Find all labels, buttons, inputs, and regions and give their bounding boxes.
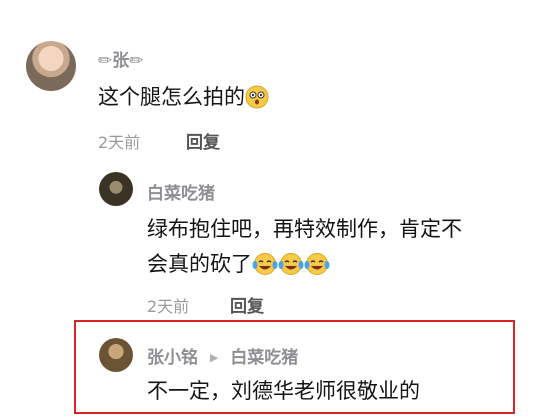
comment-text: 这个腿怎么拍的 — [98, 80, 269, 119]
tears-of-joy-face-icon — [278, 252, 304, 286]
reply-to-username[interactable]: 白菜吃猪 — [230, 348, 298, 368]
timestamp: 2天前 — [98, 133, 141, 152]
timestamp: 2天前 — [147, 297, 190, 316]
tears-of-joy-face-icon — [252, 252, 278, 286]
comment-text: 不一定，刘德华老师很敬业的 — [147, 379, 420, 403]
tears-of-joy-face-icon — [304, 252, 330, 286]
username[interactable]: 白菜吃猪 — [147, 179, 215, 204]
username[interactable]: ✏张✏ — [98, 46, 144, 71]
username: 张小铭 ▶ 白菜吃猪 — [147, 343, 298, 368]
comment-text-content: 这个腿怎么拍的 — [98, 85, 245, 109]
avatar[interactable] — [99, 172, 133, 206]
comment-text-line-2: 会真的砍了 — [147, 247, 330, 286]
astonished-face-icon — [245, 85, 269, 119]
username-text[interactable]: 张小铭 — [147, 348, 198, 368]
comment-text-line-1: 绿布抱住吧，再特效制作，肯定不 — [147, 217, 462, 241]
reply-button[interactable]: 回复 — [230, 292, 264, 317]
reply-arrow-icon: ▶ — [209, 351, 219, 364]
reply-button[interactable]: 回复 — [186, 128, 220, 153]
avatar[interactable] — [99, 338, 133, 372]
comment-text-content: 会真的砍了 — [147, 252, 252, 276]
avatar[interactable] — [26, 41, 76, 91]
